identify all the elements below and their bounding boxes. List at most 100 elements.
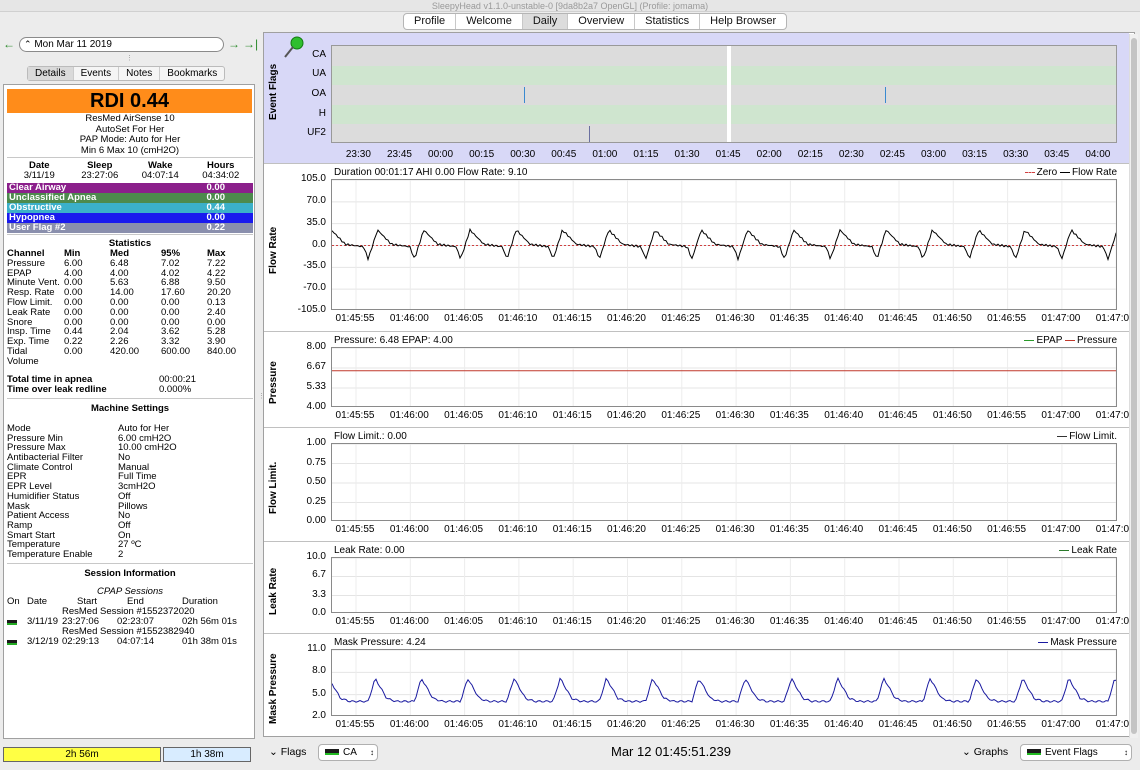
graphs-label: Graphs (973, 746, 1009, 758)
x-tick-label: 01:46:40 (824, 313, 864, 324)
session-enabled-icon[interactable] (7, 620, 17, 625)
flow-rate-graph[interactable]: Flow Rate Duration 00:01:17 AHI 0.00 Flow… (264, 165, 1135, 332)
x-tick-label: 01:46:40 (824, 410, 864, 421)
y-tick-label: 0.50 (306, 476, 326, 487)
x-tick-label: 01:47:00 (1041, 313, 1081, 324)
session-duration-bar[interactable]: 2h 56m (3, 747, 161, 762)
session-duration-bar[interactable]: 1h 38m (163, 747, 251, 762)
chevron-up-icon: ⌃ (24, 39, 32, 49)
jump-last-icon[interactable]: →| (243, 37, 258, 51)
session-row[interactable]: 3/12/19 02:29:13 04:07:14 01h 38m 01s (7, 637, 253, 647)
tab-notes[interactable]: Notes (119, 67, 161, 80)
graphs-scrollbar[interactable] (1129, 34, 1138, 738)
arrow-left-icon[interactable]: ← (3, 37, 15, 51)
date-picker[interactable]: ⌃ Mon Mar 11 2019 (19, 37, 224, 52)
summary-hours: 04:34:02 (202, 170, 240, 181)
graph-plot[interactable] (331, 557, 1117, 613)
event-flags-plot[interactable] (331, 45, 1117, 143)
tab-bookmarks[interactable]: Bookmarks (160, 67, 224, 80)
updown-icon: ↕ (1124, 748, 1128, 757)
graphs-toggle[interactable]: ⌄ Graphs (962, 744, 1008, 760)
x-tick-label: 01:46:35 (769, 719, 809, 730)
flag-x-tick: 03:30 (1003, 149, 1029, 160)
x-tick-label: 01:46:10 (498, 719, 538, 730)
legend-swatch (1057, 435, 1068, 437)
y-tick-label: 6.67 (306, 360, 326, 372)
tab-help-browser[interactable]: Help Browser (700, 14, 786, 29)
event-row[interactable]: User Flag #2 0.22 (7, 223, 253, 233)
tab-welcome[interactable]: Welcome (456, 14, 523, 29)
graph-plot[interactable] (331, 649, 1117, 716)
graph-color-swatch (1027, 749, 1041, 756)
tab-statistics[interactable]: Statistics (635, 14, 701, 29)
splitter-grip-icon[interactable]: ⋮ (126, 54, 133, 62)
x-tick-label: 01:46:30 (715, 719, 755, 730)
mask-pressure-graph[interactable]: Mask Pressure Mask Pressure: 4.24 Mask Pre… (264, 635, 1135, 737)
x-tick-label: 01:47:00 (1041, 524, 1081, 535)
flag-x-tick: 00:45 (551, 149, 577, 160)
x-tick-label: 01:46:25 (661, 719, 701, 730)
current-position-marker[interactable] (727, 46, 732, 142)
x-tick-label: 01:46:05 (444, 616, 484, 627)
tab-profile[interactable]: Profile (404, 14, 457, 29)
y-tick-label: 5.33 (306, 381, 326, 393)
y-tick-label: 2.0 (312, 710, 326, 721)
pap-mode: PAP Mode: Auto for Her (79, 134, 181, 145)
x-tick-label: 01:46:40 (824, 524, 864, 535)
summary-date: 3/11/19 (23, 170, 55, 181)
legend-swatch (1064, 339, 1075, 341)
y-tick-label: 11.0 (307, 643, 326, 654)
flags-combo[interactable]: CA ↕ (318, 744, 378, 761)
graph-legend: EPAP Pressure (1024, 336, 1117, 346)
y-tick-label: 3.3 (312, 588, 326, 600)
graphs-combo[interactable]: Event Flags ↕ (1020, 744, 1132, 761)
graph-plot[interactable] (331, 443, 1117, 521)
flag-x-tick: 03:15 (962, 149, 988, 160)
flow-limit-graph[interactable]: Flow Limit. Flow Limit.: 0.00 Flow Limit. 1… (264, 429, 1135, 542)
machine-settings-title: Machine Settings (90, 403, 170, 414)
y-tick-label: 6.7 (312, 569, 326, 581)
x-tick-label: 01:46:45 (878, 410, 918, 421)
sessions-table: CPAP Sessions On Date Start End Duration ResMe… (7, 587, 253, 647)
setting-name: Temperature Enable (7, 548, 93, 560)
duration-bars: 2h 56m 1h 38m (3, 745, 255, 765)
details-tab-bar: Details Events Notes Bookmarks (27, 66, 226, 81)
tab-events[interactable]: Events (74, 67, 120, 80)
flag-x-tick: 03:45 (1044, 149, 1070, 160)
graph-info: Pressure: 6.48 EPAP: 4.00 (334, 335, 453, 346)
y-tick-label: 10.0 (306, 551, 326, 562)
y-tick-label: 105.0 (300, 173, 326, 184)
arrow-right-icon[interactable]: → (228, 37, 240, 51)
leak-redline-value: 0.000% (159, 384, 192, 395)
session-enabled-icon[interactable] (7, 640, 17, 645)
machine-settings-table: Mode Auto for Her Pressure Min 6.00 cmH2O Pr… (7, 424, 253, 560)
event-flags-graph[interactable]: Event Flags CA UA OA H UF2 23:30 23:45 00:00 00:… (264, 33, 1129, 164)
x-tick-label: 01:46:55 (987, 719, 1027, 730)
y-tick-label: 8.0 (312, 665, 326, 677)
tab-details[interactable]: Details (28, 67, 74, 80)
graph-plot[interactable] (331, 179, 1117, 310)
flag-event-marker[interactable] (589, 126, 591, 142)
x-tick-label: 01:46:25 (661, 410, 701, 421)
stats-cell: Volume (7, 355, 39, 367)
x-tick-label: 01:46:25 (661, 524, 701, 535)
flag-x-tick: 23:30 (345, 149, 371, 160)
flag-event-marker[interactable] (885, 87, 887, 103)
stats-row: Tidal 0.00 420.00 600.00 840.00 (7, 347, 253, 357)
leak-redline-row: Time over leak redline 0.000% (7, 385, 253, 395)
event-value: 0.22 (206, 222, 226, 233)
x-tick-label: 01:46:00 (389, 313, 429, 324)
tab-daily[interactable]: Daily (522, 14, 569, 29)
pressure-graph[interactable]: Pressure Pressure: 6.48 EPAP: 4.00 EPAP Pr… (264, 333, 1135, 428)
y-tick-label: 0.0 (312, 238, 326, 250)
flag-x-tick: 02:45 (879, 149, 905, 160)
flags-toggle[interactable]: ⌄ Flags (269, 744, 306, 760)
flag-event-marker[interactable] (523, 87, 525, 103)
leak-rate-graph[interactable]: Leak Rate Leak Rate: 0.00 Leak Rate 10.0 6.7… (264, 543, 1135, 634)
x-tick-label: 01:46:55 (987, 616, 1027, 627)
flag-x-tick: 01:15 (633, 149, 659, 160)
y-tick-label: 0.25 (306, 495, 326, 507)
graph-plot[interactable] (331, 347, 1117, 407)
y-tick-label: 5.0 (312, 687, 326, 699)
tab-overview[interactable]: Overview (568, 14, 636, 29)
